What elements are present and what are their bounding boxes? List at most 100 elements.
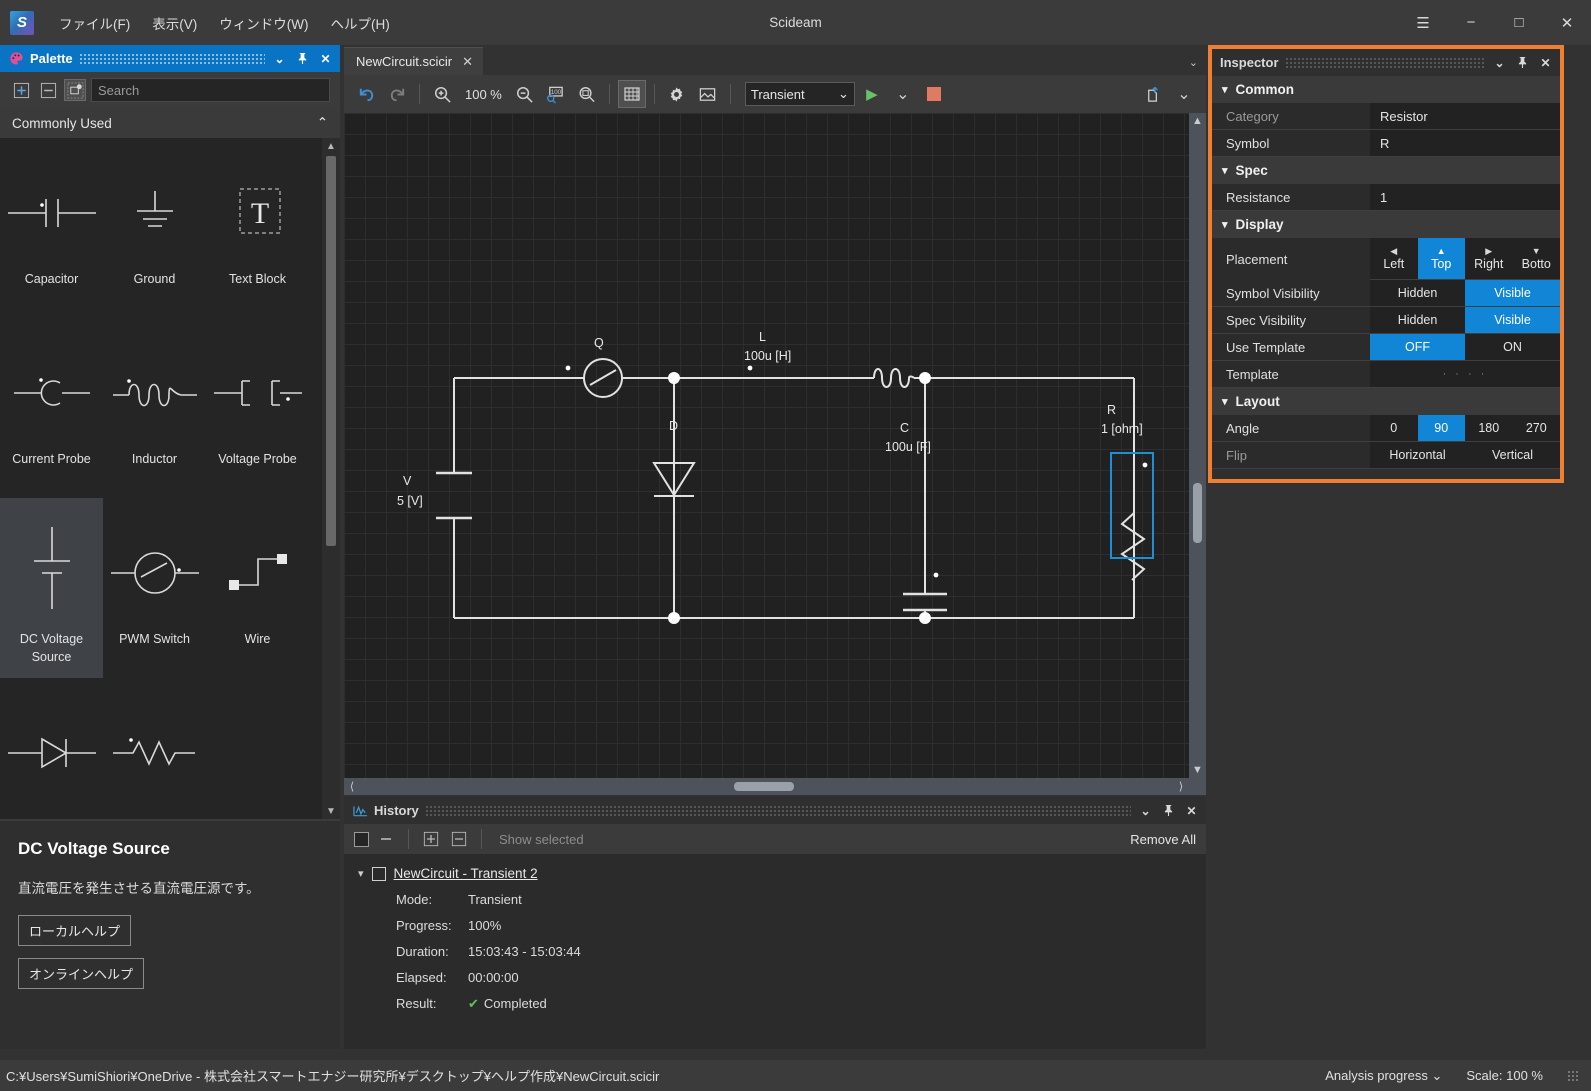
- grid-icon[interactable]: [617, 80, 646, 108]
- search-input[interactable]: [91, 78, 330, 102]
- scroll-left-arrow-icon[interactable]: ⟨: [344, 778, 360, 795]
- menu-view[interactable]: 表示(V): [141, 9, 208, 37]
- flip-option-vertical[interactable]: Vertical: [1465, 442, 1560, 468]
- canvas-hscroll-thumb[interactable]: [734, 782, 794, 791]
- spec-visibility-hidden[interactable]: Hidden: [1370, 307, 1465, 333]
- panel-drag-handle[interactable]: [1284, 56, 1485, 69]
- palette-item-wire[interactable]: Wire: [206, 498, 309, 678]
- palette-item-ground[interactable]: Ground: [103, 138, 206, 318]
- row-value-resistance[interactable]: 1: [1370, 184, 1560, 210]
- image-icon[interactable]: [694, 80, 722, 108]
- placement-option-left[interactable]: ◀ Left: [1370, 238, 1418, 279]
- run-options-chevron-icon[interactable]: ⌄: [889, 80, 917, 108]
- use-template-off[interactable]: OFF: [1370, 334, 1465, 360]
- tab-close-icon[interactable]: ✕: [462, 54, 473, 70]
- palette-item-capacitor[interactable]: Capacitor: [0, 138, 103, 318]
- palette-item-voltage-probe[interactable]: Voltage Probe: [206, 318, 309, 498]
- scroll-up-arrow-icon[interactable]: ▲: [1189, 113, 1206, 129]
- chevron-up-icon[interactable]: ⌃: [317, 115, 328, 131]
- panel-drag-handle[interactable]: [424, 804, 1131, 817]
- symbol-visibility-visible[interactable]: Visible: [1465, 280, 1560, 306]
- placement-option-top[interactable]: ▲ Top: [1417, 238, 1465, 279]
- canvas-vertical-scrollbar[interactable]: ▲ ▼: [1189, 113, 1206, 778]
- palette-close-icon[interactable]: ✕: [317, 49, 334, 69]
- palette-chevron-down-icon[interactable]: ⌄: [271, 49, 288, 69]
- history-entry-row[interactable]: ▾ NewCircuit - Transient 2: [358, 866, 1206, 881]
- zoom-fit-icon[interactable]: [573, 80, 601, 108]
- palette-item-resistor[interactable]: [103, 678, 206, 819]
- inspector-pin-icon[interactable]: [1514, 53, 1531, 73]
- palette-item-current-probe[interactable]: Current Probe: [0, 318, 103, 498]
- palette-scrollbar[interactable]: ▲ ▼: [322, 138, 340, 819]
- palette-pin-icon[interactable]: [294, 49, 311, 69]
- history-entry-checkbox[interactable]: [371, 866, 386, 881]
- zoom-in-icon[interactable]: [428, 80, 456, 108]
- expand-icon[interactable]: [420, 828, 442, 850]
- local-help-button[interactable]: ローカルヘルプ: [18, 915, 132, 946]
- panel-drag-handle[interactable]: [78, 52, 265, 65]
- history-close-icon[interactable]: ✕: [1183, 801, 1200, 821]
- canvas-vscroll-thumb[interactable]: [1193, 483, 1202, 543]
- tabbar-overflow-chevron-icon[interactable]: ⌄: [1189, 56, 1198, 69]
- canvas-horizontal-scrollbar[interactable]: ⟨ ⟩: [344, 778, 1189, 795]
- palette-item-diode[interactable]: [0, 678, 103, 819]
- scroll-down-arrow-icon[interactable]: ▼: [1189, 762, 1206, 778]
- new-component-icon[interactable]: [64, 79, 86, 101]
- spec-visibility-visible[interactable]: Visible: [1465, 307, 1560, 333]
- angle-option-270[interactable]: 270: [1513, 415, 1561, 441]
- menu-window[interactable]: ウィンドウ(W): [208, 9, 319, 37]
- template-ellipsis-icon[interactable]: · · · ·: [1370, 368, 1560, 380]
- use-template-on[interactable]: ON: [1465, 334, 1560, 360]
- angle-option-90[interactable]: 90: [1417, 415, 1465, 441]
- export-chevron-icon[interactable]: ⌄: [1170, 80, 1198, 108]
- history-entry-name[interactable]: NewCircuit - Transient 2: [394, 866, 538, 881]
- resize-grip-icon[interactable]: [1567, 1069, 1579, 1082]
- inspector-group-layout[interactable]: ▾ Layout: [1212, 388, 1560, 415]
- close-icon[interactable]: ✕: [1543, 0, 1591, 45]
- palette-item-inductor[interactable]: Inductor: [103, 318, 206, 498]
- export-icon[interactable]: [1139, 80, 1167, 108]
- inspector-close-icon[interactable]: ✕: [1537, 53, 1554, 73]
- minimize-icon[interactable]: −: [1447, 0, 1495, 45]
- placement-option-bottom[interactable]: ▼ Botto: [1513, 238, 1561, 279]
- expand-all-icon[interactable]: [10, 79, 32, 101]
- inspector-group-spec[interactable]: ▾ Spec: [1212, 157, 1560, 184]
- history-chevron-down-icon[interactable]: ⌄: [1137, 801, 1154, 821]
- run-play-icon[interactable]: ▶: [858, 80, 886, 108]
- menu-help[interactable]: ヘルプ(H): [319, 9, 400, 37]
- stop-square-icon[interactable]: [354, 831, 369, 847]
- palette-item-dc-voltage-source[interactable]: DC Voltage Source: [0, 498, 103, 678]
- symbol-visibility-hidden[interactable]: Hidden: [1370, 280, 1465, 306]
- zoom-out-icon[interactable]: [511, 80, 539, 108]
- analysis-mode-select[interactable]: Transient ⌄: [744, 82, 855, 106]
- placement-option-right[interactable]: ▶ Right: [1465, 238, 1513, 279]
- show-selected-label[interactable]: Show selected: [499, 832, 584, 847]
- document-tab-newcircuit[interactable]: NewCircuit.scicir ✕: [344, 47, 483, 75]
- angle-option-0[interactable]: 0: [1370, 415, 1418, 441]
- remove-icon[interactable]: [375, 828, 397, 850]
- inspector-group-display[interactable]: ▾ Display: [1212, 211, 1560, 238]
- row-value-symbol[interactable]: R: [1370, 130, 1560, 156]
- redo-icon[interactable]: [383, 80, 411, 108]
- scroll-down-arrow-icon[interactable]: ▼: [322, 803, 340, 819]
- palette-item-pwm-switch[interactable]: PWM Switch: [103, 498, 206, 678]
- online-help-button[interactable]: オンラインヘルプ: [18, 958, 145, 989]
- palette-item-text-block[interactable]: T Text Block: [206, 138, 309, 318]
- undo-icon[interactable]: [352, 80, 380, 108]
- palette-group-commonly-used[interactable]: Commonly Used ⌃: [0, 108, 340, 138]
- inspector-group-common[interactable]: ▾ Common: [1212, 76, 1560, 103]
- analysis-progress-dropdown[interactable]: Analysis progress ⌄: [1325, 1068, 1442, 1084]
- palette-scroll-thumb[interactable]: [326, 156, 336, 546]
- collapse-all-icon[interactable]: [37, 79, 59, 101]
- angle-option-180[interactable]: 180: [1465, 415, 1513, 441]
- history-pin-icon[interactable]: [1160, 801, 1177, 821]
- scroll-right-arrow-icon[interactable]: ⟩: [1173, 778, 1189, 795]
- flip-option-horizontal[interactable]: Horizontal: [1370, 442, 1465, 468]
- stop-button[interactable]: [920, 80, 948, 108]
- schematic-canvas[interactable]: Q L 100u [H] C 100u [F] R 1 [ohm] D V 5 …: [344, 113, 1189, 778]
- collapse-icon[interactable]: [448, 828, 470, 850]
- hamburger-menu-icon[interactable]: ☰: [1399, 0, 1447, 45]
- zoom-100-icon[interactable]: 100: [542, 80, 570, 108]
- scroll-up-arrow-icon[interactable]: ▲: [322, 138, 340, 154]
- gear-icon[interactable]: [663, 80, 691, 108]
